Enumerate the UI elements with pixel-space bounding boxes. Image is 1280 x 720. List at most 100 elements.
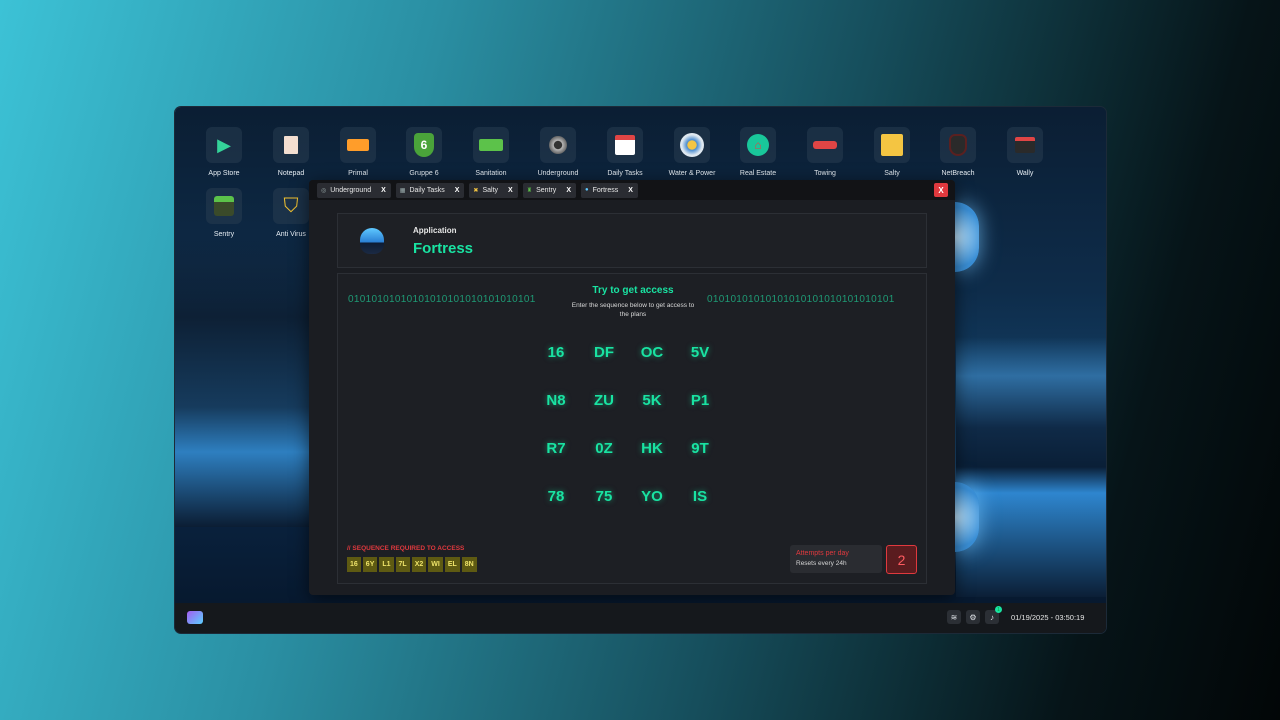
sentry-icon: ♜ (526, 187, 533, 194)
app-kicker: Application (413, 226, 457, 235)
tab-close-button[interactable]: X (628, 187, 633, 194)
app-title: Fortress (413, 240, 474, 257)
calendar-icon (607, 127, 643, 163)
desktop-icon-label: Daily Tasks (607, 170, 643, 177)
tab-daily-tasks[interactable]: ▦ Daily Tasks X (395, 182, 465, 198)
tab-label: Fortress (592, 186, 619, 194)
window-close-button[interactable]: X (934, 183, 948, 197)
code-cell[interactable]: 9T (680, 440, 720, 460)
code-grid: 16 DF OC 5V N8 ZU 5K P1 R7 0Z HK 9T 78 7… (536, 334, 732, 534)
desktop-icon-label: Salty (884, 170, 900, 177)
tab-label: Daily Tasks (409, 186, 445, 194)
hack-panel: 01010101010101010101010101010101 0101010… (337, 273, 927, 584)
code-cell[interactable]: R7 (536, 440, 576, 460)
code-cell[interactable]: 75 (584, 488, 624, 508)
app-header: Application Fortress (337, 213, 927, 268)
desktop-icon-sanitation[interactable]: Sanitation (458, 127, 524, 177)
tab-label: Sentry (536, 186, 557, 194)
desktop-icon-label: Notepad (277, 170, 305, 177)
taskbar-clock: 01/19/2025 - 03:50:19 (1011, 613, 1085, 622)
sequence-chip: 16 (347, 557, 361, 572)
wallpaper-right (956, 337, 1106, 597)
taskbar: ≋ ⚙ ♪ 1 01/19/2025 - 03:50:19 (175, 603, 1106, 633)
desktop-icon-gruppe-6[interactable]: 6 Gruppe 6 (391, 127, 457, 177)
sequence-chip: EL (444, 557, 460, 572)
desktop-icon-towing[interactable]: Towing (792, 127, 858, 177)
code-cell[interactable]: DF (584, 344, 624, 364)
start-button[interactable] (187, 611, 203, 624)
desktop-icon-notepad[interactable]: Notepad (258, 127, 324, 177)
code-cell[interactable]: 78 (536, 488, 576, 508)
fortress-logo-icon (360, 228, 384, 254)
tab-close-button[interactable]: X (508, 187, 513, 194)
attempts-title: Attempts per day (796, 550, 849, 557)
sequence-row: 16 6Y L1 7L X2 WI EL 8N (347, 557, 477, 572)
desktop-icon-water-power[interactable]: Water & Power (659, 127, 725, 177)
code-cell[interactable]: OC (632, 344, 672, 364)
gear-icon[interactable]: ⚙ (966, 610, 980, 624)
truck-icon (340, 127, 376, 163)
code-cell[interactable]: 16 (536, 344, 576, 364)
notepad-icon (273, 127, 309, 163)
calendar-icon: ▦ (399, 187, 406, 194)
desktop-icon-label: Primal (348, 170, 368, 177)
code-cell[interactable]: P1 (680, 392, 720, 412)
window-tabbar: ◎ Underground X ▦ Daily Tasks X ✖ Salty … (309, 180, 955, 200)
fortress-window: ◎ Underground X ▦ Daily Tasks X ✖ Salty … (309, 180, 955, 595)
panel-title: Try to get access (592, 285, 674, 296)
salty-icon: ✖ (473, 187, 479, 194)
notification-badge: 1 (995, 606, 1002, 613)
salty-icon (874, 127, 910, 163)
desktop-icon-daily-tasks[interactable]: Daily Tasks (592, 127, 658, 177)
attempts-box: Attempts per day Resets every 24h (790, 545, 882, 573)
code-cell[interactable]: N8 (536, 392, 576, 412)
desktop-icon-salty[interactable]: Salty (859, 127, 925, 177)
tab-close-button[interactable]: X (566, 187, 571, 194)
mask-icon (940, 127, 976, 163)
sequence-label: // SEQUENCE REQUIRED TO ACCESS (347, 545, 465, 552)
sequence-chip: 6Y (362, 557, 378, 572)
turbo-icon: ◎ (321, 187, 327, 194)
wifi-icon[interactable]: ≋ (947, 610, 961, 624)
code-cell[interactable]: 5V (680, 344, 720, 364)
desktop-icon-label: Towing (814, 170, 836, 177)
desktop-icon-label: NetBreach (941, 170, 975, 177)
tab-close-button[interactable]: X (455, 187, 460, 194)
desktop-icon-netbreach[interactable]: NetBreach (925, 127, 991, 177)
code-cell[interactable]: IS (680, 488, 720, 508)
tab-salty[interactable]: ✖ Salty X (469, 182, 518, 198)
desktop-icon-primal[interactable]: Primal (325, 127, 391, 177)
desktop-screen: ▶ App Store Notepad Primal 6 Gruppe 6 Sa… (175, 107, 1106, 633)
desktop-icon-real-estate[interactable]: ⌂ Real Estate (725, 127, 791, 177)
desktop-icon-label: Sentry (213, 231, 235, 238)
desktop-icon-label: Wally (1016, 170, 1034, 177)
tab-close-button[interactable]: X (381, 187, 386, 194)
tab-sentry[interactable]: ♜ Sentry X (522, 182, 576, 198)
water-power-icon (674, 127, 710, 163)
desktop-icon-label: Real Estate (739, 170, 777, 177)
desktop-icon-underground[interactable]: Underground (525, 127, 591, 177)
code-cell[interactable]: 5K (632, 392, 672, 412)
desktop-icon-sentry[interactable]: Sentry (191, 188, 257, 238)
wallpaper-left (175, 227, 315, 527)
shield-6-icon: 6 (406, 127, 442, 163)
code-cell[interactable]: 0Z (584, 440, 624, 460)
desktop-icon-wally[interactable]: Wally (992, 127, 1058, 177)
code-cell[interactable]: YO (632, 488, 672, 508)
desktop-icon-label: Underground (537, 170, 579, 177)
desktop-icon-label: Gruppe 6 (409, 170, 439, 177)
tab-underground[interactable]: ◎ Underground X (317, 182, 391, 198)
tab-fortress[interactable]: ● Fortress X (580, 182, 638, 198)
attempts-subtitle: Resets every 24h (796, 560, 847, 567)
sequence-chip: 8N (461, 557, 477, 572)
code-cell[interactable]: HK (632, 440, 672, 460)
turbo-icon (540, 127, 576, 163)
desktop-icon-app-store[interactable]: ▶ App Store (191, 127, 257, 177)
fortress-icon: ● (584, 187, 589, 193)
wallpaper-moon-top (955, 202, 979, 272)
house-icon: ⌂ (740, 127, 776, 163)
code-cell[interactable]: ZU (584, 392, 624, 412)
play-icon: ▶ (206, 127, 242, 163)
antivirus-shield-icon: ⛉ (273, 188, 309, 224)
garbage-truck-icon (473, 127, 509, 163)
